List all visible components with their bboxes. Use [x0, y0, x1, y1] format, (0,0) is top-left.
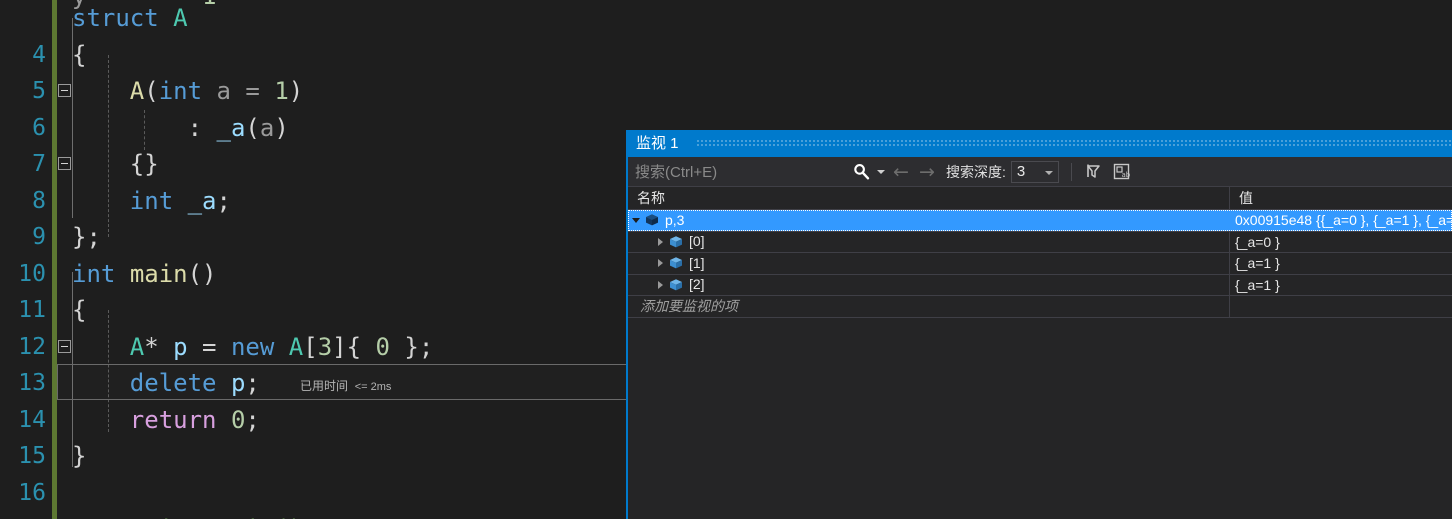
- elapsed-time-annotation: 已用时间 <= 2ms: [300, 379, 392, 393]
- table-row[interactable]: [2] {_a=1 }: [628, 274, 1452, 296]
- table-row[interactable]: [1] {_a=1 }: [628, 253, 1452, 275]
- add-watch-placeholder[interactable]: 添加要监视的项: [628, 296, 1230, 317]
- row-name-cell[interactable]: [1]: [628, 253, 1230, 274]
- code-line[interactable]: 8 {}: [0, 146, 159, 214]
- search-icon[interactable]: [848, 163, 874, 180]
- pin-filter-icon[interactable]: [1081, 160, 1107, 184]
- svg-text:ab: ab: [1122, 171, 1131, 179]
- table-row[interactable]: p,3 0x00915e48 {{_a=0 }, {_a=1 }, {_a=: [628, 210, 1452, 232]
- cube-icon: [668, 255, 684, 271]
- code-line[interactable]: 9 int _a;: [0, 183, 231, 251]
- watch-grid-header: 名称 值: [628, 187, 1452, 210]
- table-row[interactable]: [0] {_a=0 }: [628, 231, 1452, 253]
- search-depth-chevron-down-icon[interactable]: [1044, 170, 1053, 175]
- search-depth-label: 搜索深度:: [946, 163, 1006, 180]
- hex-display-icon[interactable]: ab: [1109, 160, 1135, 184]
- search-next-arrow-icon[interactable]: →: [914, 159, 940, 185]
- search-options-chevron-down-icon[interactable]: [874, 170, 888, 174]
- code-line[interactable]: 11 int main(): [0, 256, 217, 353]
- search-input[interactable]: 搜索(Ctrl+E): [630, 158, 888, 185]
- search-previous-arrow-icon[interactable]: ←: [888, 159, 914, 185]
- collapse-triangle-down-icon[interactable]: [628, 210, 644, 231]
- row-name-cell[interactable]: p,3: [628, 210, 1230, 231]
- cube-icon: [668, 277, 684, 293]
- code-line[interactable]: 6 A(int a = 1): [0, 73, 303, 170]
- block-guide-struct: [72, 18, 73, 218]
- code-line[interactable]: 10 };: [0, 219, 101, 287]
- column-header-name[interactable]: 名称: [628, 187, 1230, 209]
- add-watch-value-cell[interactable]: [1230, 296, 1452, 317]
- row-name-label: [2]: [689, 276, 705, 293]
- row-name-label: [1]: [689, 254, 705, 271]
- row-value-cell[interactable]: {_a=1 }: [1230, 253, 1452, 274]
- row-value-cell[interactable]: {_a=0 }: [1230, 232, 1452, 253]
- row-value-cell[interactable]: {_a=1 }: [1230, 275, 1452, 296]
- row-name-cell[interactable]: [0]: [628, 231, 1230, 253]
- cube-icon: [668, 234, 684, 250]
- code-line[interactable]: 7 : _a(a): [0, 110, 289, 178]
- expand-triangle-right-icon[interactable]: [652, 232, 668, 253]
- watch-window-titlebar[interactable]: 监视 1: [628, 130, 1452, 157]
- watch-window[interactable]: 监视 1 搜索(Ctrl+E) ← → 搜索深度: 3 ab 名称 值 p,3 …: [626, 130, 1452, 519]
- watch-window-title: 监视 1: [636, 135, 679, 152]
- code-line[interactable]: 4 struct A: [0, 0, 188, 97]
- column-header-value[interactable]: 值: [1230, 187, 1452, 209]
- row-name-label: [0]: [689, 233, 705, 250]
- search-depth-value: 3: [1016, 163, 1026, 180]
- toolbar-divider: [1070, 162, 1072, 181]
- visual-studio-debug-window: y 1 4 struct A 5 { 6 A(int a = 1) 7 : _a…: [0, 0, 1452, 519]
- indent-guide-b: [144, 110, 145, 150]
- expand-triangle-right-icon[interactable]: [652, 275, 668, 296]
- expand-triangle-right-icon[interactable]: [652, 253, 668, 274]
- code-line[interactable]: 13 A* p = new A[3]{ 0 };: [0, 329, 433, 397]
- row-name-cell[interactable]: [2]: [628, 274, 1230, 296]
- watch-toolbar[interactable]: 搜索(Ctrl+E) ← → 搜索深度: 3 ab: [628, 157, 1452, 187]
- add-watch-row[interactable]: 添加要监视的项: [628, 296, 1452, 318]
- search-depth-select[interactable]: 3: [1010, 160, 1059, 183]
- code-line[interactable]: 12 {: [0, 292, 87, 360]
- line-number: 14: [18, 406, 46, 433]
- search-placeholder: 搜索(Ctrl+E): [635, 164, 718, 181]
- code-line-current[interactable]: 14 delete p; 已用时间 <= 2ms: [0, 365, 391, 433]
- titlebar-drag-grip[interactable]: [696, 139, 1452, 148]
- row-name-label: p,3: [665, 211, 685, 228]
- row-value-cell[interactable]: 0x00915e48 {{_a=0 }, {_a=1 }, {_a=: [1230, 210, 1452, 231]
- code-editor[interactable]: y 1 4 struct A 5 { 6 A(int a = 1) 7 : _a…: [0, 0, 626, 519]
- cube-icon: [644, 212, 660, 228]
- indent-guide-a: [108, 55, 109, 237]
- code-line[interactable]: 5 {: [0, 37, 87, 105]
